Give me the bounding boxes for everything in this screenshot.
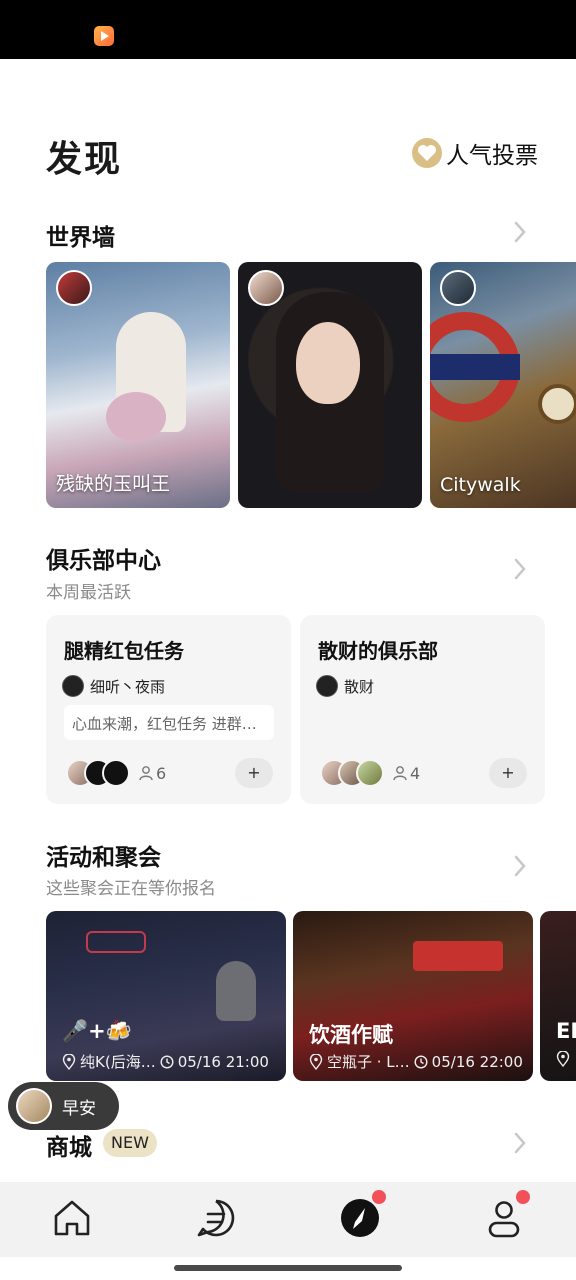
- club-name: 散财的俱乐部: [318, 639, 438, 663]
- world-wall-card[interactable]: 残缺的玉叫王: [46, 262, 230, 508]
- avatar[interactable]: [248, 270, 284, 306]
- event-place: 空瓶子 · L…: [327, 1053, 410, 1071]
- heart-icon: [412, 138, 442, 168]
- event-place: 纯K(后海…: [80, 1053, 156, 1071]
- tab-profile[interactable]: [482, 1190, 530, 1240]
- club-note: 心血来潮，红包任务 进群…: [64, 705, 274, 740]
- event-meta: [556, 1051, 570, 1067]
- wall-card-caption: Citywalk: [440, 474, 521, 496]
- event-time: 05/16 21:00: [177, 1052, 269, 1071]
- video-app-icon: [94, 26, 114, 46]
- photo-flowers: [106, 392, 166, 442]
- club-owner: 散财: [316, 675, 374, 697]
- shop-title: 商城: [46, 1135, 92, 1161]
- event-title: 饮酒作赋: [309, 1023, 393, 1047]
- events-subtitle: 这些聚会正在等你报名: [46, 879, 216, 899]
- clubs-subtitle: 本周最活跃: [46, 583, 131, 603]
- owner-avatar: [62, 675, 84, 697]
- shop-more-icon[interactable]: [512, 1131, 528, 1155]
- photo-sign-bar: [430, 354, 520, 380]
- status-bar: [0, 0, 576, 59]
- popularity-vote-button[interactable]: 人气投票: [412, 136, 538, 170]
- join-club-button[interactable]: +: [489, 758, 527, 788]
- person-icon: [139, 766, 153, 781]
- world-wall-more-icon[interactable]: [512, 220, 528, 244]
- world-wall-card[interactable]: [238, 262, 422, 508]
- clubs-title: 俱乐部中心: [46, 548, 161, 574]
- event-time: 05/16 22:00: [431, 1052, 523, 1071]
- tab-home[interactable]: [50, 1196, 94, 1240]
- clubs-more-icon[interactable]: [512, 557, 528, 581]
- club-name: 腿精红包任务: [64, 639, 184, 663]
- event-title: ED: [556, 1019, 576, 1043]
- page-title: 发现: [46, 139, 123, 180]
- member-avatar: [102, 759, 130, 787]
- owner-avatar: [316, 675, 338, 697]
- new-badge: NEW: [103, 1129, 157, 1157]
- club-members: 4: [320, 759, 420, 787]
- owner-name: 细听丶夜雨: [90, 677, 166, 696]
- location-pin-icon: [62, 1053, 76, 1070]
- vote-label: 人气投票: [446, 143, 538, 169]
- clock-icon: [160, 1054, 174, 1069]
- photo-face: [296, 322, 360, 404]
- event-meta: 空瓶子 · L… 05/16 22:00: [309, 1051, 523, 1072]
- club-card[interactable]: 腿精红包任务 细听丶夜雨 心血来潮，红包任务 进群… 6 +: [46, 615, 291, 804]
- tab-messages[interactable]: [194, 1196, 238, 1240]
- greeting-text: 早安: [62, 1098, 96, 1119]
- photo-clock: [538, 384, 576, 424]
- photo-neon-sign: [86, 931, 146, 953]
- join-club-button[interactable]: +: [235, 758, 273, 788]
- greeting-avatar: [16, 1088, 52, 1124]
- photo-bar-light: [413, 941, 503, 971]
- member-count-value: 4: [410, 763, 421, 783]
- home-indicator: [174, 1265, 402, 1271]
- location-pin-icon: [556, 1051, 570, 1067]
- event-meta: 纯K(后海… 05/16 21:00: [62, 1051, 269, 1072]
- world-wall-title: 世界墙: [46, 225, 115, 251]
- events-title: 活动和聚会: [46, 845, 161, 871]
- home-icon: [54, 1200, 90, 1236]
- world-wall-card[interactable]: Citywalk: [430, 262, 576, 508]
- event-card[interactable]: 🎤+🍻 纯K(后海… 05/16 21:00: [46, 911, 286, 1081]
- notification-dot: [372, 1190, 386, 1204]
- club-card[interactable]: 散财的俱乐部 散财 4 +: [300, 615, 545, 804]
- events-more-icon[interactable]: [512, 854, 528, 878]
- owner-name: 散财: [344, 677, 375, 696]
- location-pin-icon: [309, 1053, 323, 1070]
- member-avatar: [356, 759, 384, 787]
- member-count: 6: [138, 764, 166, 783]
- person-icon: [393, 766, 407, 781]
- event-card[interactable]: 饮酒作赋 空瓶子 · L… 05/16 22:00: [293, 911, 533, 1081]
- avatar[interactable]: [56, 270, 92, 306]
- event-title: 🎤+🍻: [62, 1019, 132, 1043]
- tab-discover[interactable]: [338, 1190, 386, 1240]
- club-members: 6: [66, 759, 166, 787]
- wall-card-caption: 残缺的玉叫王: [56, 473, 171, 495]
- member-count: 4: [392, 764, 420, 783]
- notification-dot: [516, 1190, 530, 1204]
- greeting-bubble[interactable]: 早安: [8, 1082, 119, 1130]
- avatar[interactable]: [440, 270, 476, 306]
- event-card[interactable]: ED: [540, 911, 576, 1081]
- tab-bar: [0, 1182, 576, 1257]
- member-count-value: 6: [156, 763, 167, 783]
- club-owner: 细听丶夜雨: [62, 675, 165, 697]
- chat-icon: [197, 1199, 235, 1237]
- clock-icon: [414, 1054, 428, 1069]
- photo-microphone: [216, 961, 256, 1021]
